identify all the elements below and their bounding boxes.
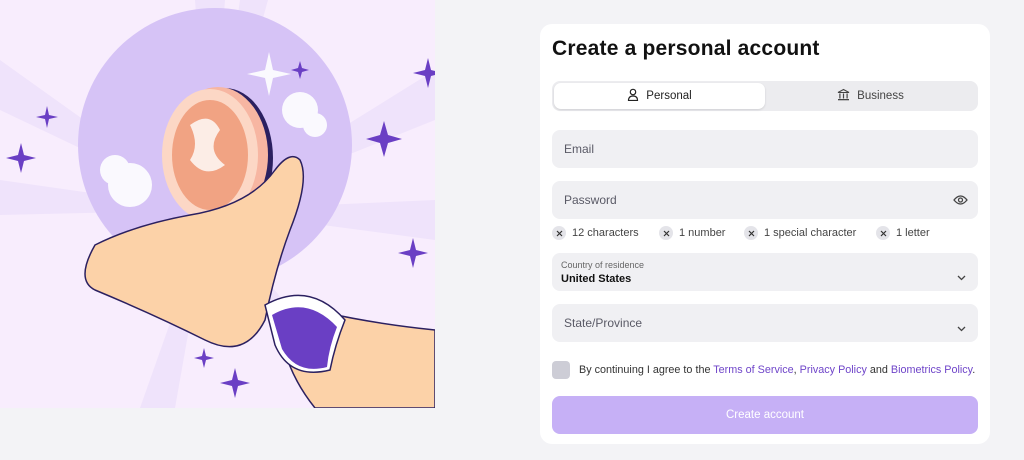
eye-icon[interactable] [953, 193, 968, 211]
biometrics-link[interactable]: Biometrics Policy [891, 364, 972, 376]
x-icon [744, 226, 758, 240]
account-type-toggle: Personal Business [552, 81, 978, 111]
create-account-button[interactable]: Create account [552, 396, 978, 434]
requirement-item: 1 special character [744, 226, 856, 240]
business-tab-label: Business [857, 90, 904, 102]
terms-link[interactable]: Terms of Service [713, 364, 793, 376]
requirement-item: 12 characters [552, 226, 639, 240]
country-label: Country of residence [561, 260, 645, 270]
agreement-and: and [869, 364, 888, 376]
personal-tab[interactable]: Personal [554, 83, 765, 109]
email-placeholder: Email [564, 142, 595, 156]
signup-card: Create a personal account Personal Busin… [540, 24, 990, 444]
requirement-label: 1 number [679, 227, 726, 239]
bank-icon [837, 88, 850, 104]
chevron-down-icon [957, 268, 966, 286]
person-icon [627, 88, 639, 104]
chevron-down-icon [957, 319, 966, 337]
agreement-separator: , [793, 364, 797, 376]
requirement-label: 12 characters [572, 227, 639, 239]
personal-tab-label: Personal [646, 90, 692, 102]
x-icon [876, 226, 890, 240]
agreement-suffix: . [972, 364, 976, 376]
agreement-row: By continuing I agree to the Terms of Se… [552, 360, 982, 380]
requirement-item: 1 letter [876, 226, 930, 240]
country-value: United States [561, 273, 632, 285]
country-select[interactable]: Country of residence United States [552, 253, 978, 291]
password-field[interactable]: Password [552, 181, 978, 219]
email-field[interactable]: Email [552, 130, 978, 168]
requirement-label: 1 special character [764, 227, 857, 239]
agreement-text: By continuing I agree to the Terms of Se… [579, 364, 975, 376]
requirement-label: 1 letter [896, 227, 930, 239]
state-placeholder: State/Province [564, 316, 643, 330]
state-select[interactable]: State/Province [552, 304, 978, 342]
coin-hand-illustration [0, 0, 435, 408]
agree-checkbox[interactable] [552, 361, 570, 379]
password-placeholder: Password [564, 193, 617, 207]
requirement-item: 1 number [659, 226, 725, 240]
password-requirements: 12 characters 1 number 1 special charact… [552, 226, 982, 242]
agreement-prefix: By continuing I agree to the [579, 364, 711, 376]
page-title: Create a personal account [552, 37, 820, 60]
privacy-link[interactable]: Privacy Policy [800, 364, 867, 376]
hero-illustration [0, 0, 435, 408]
x-icon [552, 226, 566, 240]
business-tab[interactable]: Business [765, 83, 976, 109]
x-icon [659, 226, 673, 240]
